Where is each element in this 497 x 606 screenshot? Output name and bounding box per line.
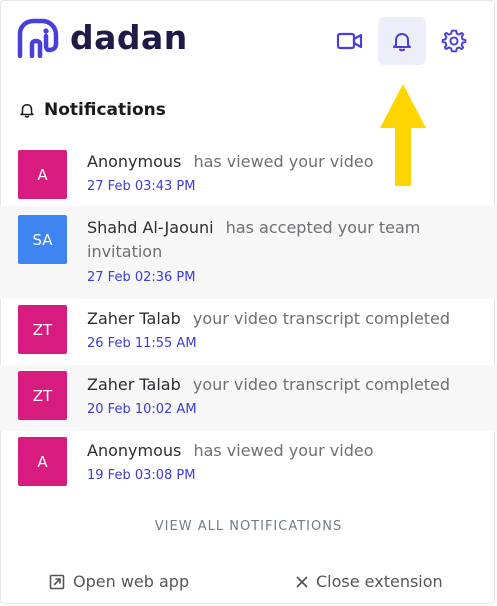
avatar: A — [18, 150, 67, 199]
notification-action: has viewed your video — [193, 441, 374, 460]
notification-user: Shahd Al-Jaouni — [87, 218, 214, 237]
notification-user: Zaher Talab — [87, 375, 181, 394]
open-web-app-label: Open web app — [73, 572, 190, 591]
notification-time: 20 Feb 10:02 AM — [87, 402, 197, 417]
notification-user: Anonymous — [87, 441, 182, 460]
close-extension-link[interactable]: Close extension — [296, 572, 443, 591]
notification-text: Zaher Talab your video transcript comple… — [87, 373, 482, 397]
notification-action: your video transcript completed — [192, 309, 451, 328]
notification-action: has viewed your video — [193, 152, 374, 171]
gear-icon — [441, 29, 467, 53]
video-button[interactable] — [326, 17, 374, 65]
notification-action: your video transcript completed — [192, 375, 451, 394]
view-all-notifications-link[interactable]: VIEW ALL NOTIFICATIONS — [0, 519, 497, 534]
open-web-app-link[interactable]: Open web app — [49, 572, 189, 591]
avatar: A — [18, 437, 67, 486]
external-link-icon — [49, 574, 65, 590]
bell-icon — [393, 33, 411, 52]
close-extension-label: Close extension — [316, 572, 443, 591]
bell-outline-icon — [20, 104, 34, 118]
notification-time: 19 Feb 03:08 PM — [87, 468, 196, 483]
logo-text: dadan — [70, 18, 188, 57]
notification-text: Anonymous has viewed your video — [87, 439, 482, 463]
notification-item[interactable]: A Anonymous has viewed your video 27 Feb… — [0, 140, 497, 206]
settings-button[interactable] — [430, 17, 478, 65]
notification-text: Anonymous has viewed your video — [87, 150, 482, 174]
logo: dadan — [16, 18, 188, 58]
close-icon — [296, 576, 308, 588]
notification-text: Shahd Al-Jaouni has accepted your team i… — [87, 216, 482, 264]
notification-time: 27 Feb 03:43 PM — [87, 179, 196, 194]
notification-user: Zaher Talab — [87, 309, 181, 328]
header: dadan — [0, 0, 497, 80]
notification-text: Zaher Talab your video transcript comple… — [87, 307, 482, 331]
elephant-logo-icon — [17, 18, 59, 58]
notification-time: 26 Feb 11:55 AM — [87, 336, 197, 351]
notification-item[interactable]: ZT Zaher Talab your video transcript com… — [0, 299, 497, 365]
avatar: ZT — [18, 305, 67, 354]
notification-time: 27 Feb 02:36 PM — [87, 270, 196, 285]
notification-item[interactable]: A Anonymous has viewed your video 19 Feb… — [0, 431, 497, 497]
notifications-button[interactable] — [378, 17, 426, 65]
page-title: Notifications — [44, 100, 166, 120]
notification-user: Anonymous — [87, 152, 182, 171]
notification-item[interactable]: SA Shahd Al-Jaouni has accepted your tea… — [0, 206, 497, 299]
avatar: ZT — [18, 371, 67, 420]
avatar: SA — [18, 215, 67, 264]
notification-item[interactable]: ZT Zaher Talab your video transcript com… — [0, 365, 497, 431]
video-camera-icon — [336, 32, 363, 50]
notifications-heading: Notifications — [18, 100, 166, 120]
